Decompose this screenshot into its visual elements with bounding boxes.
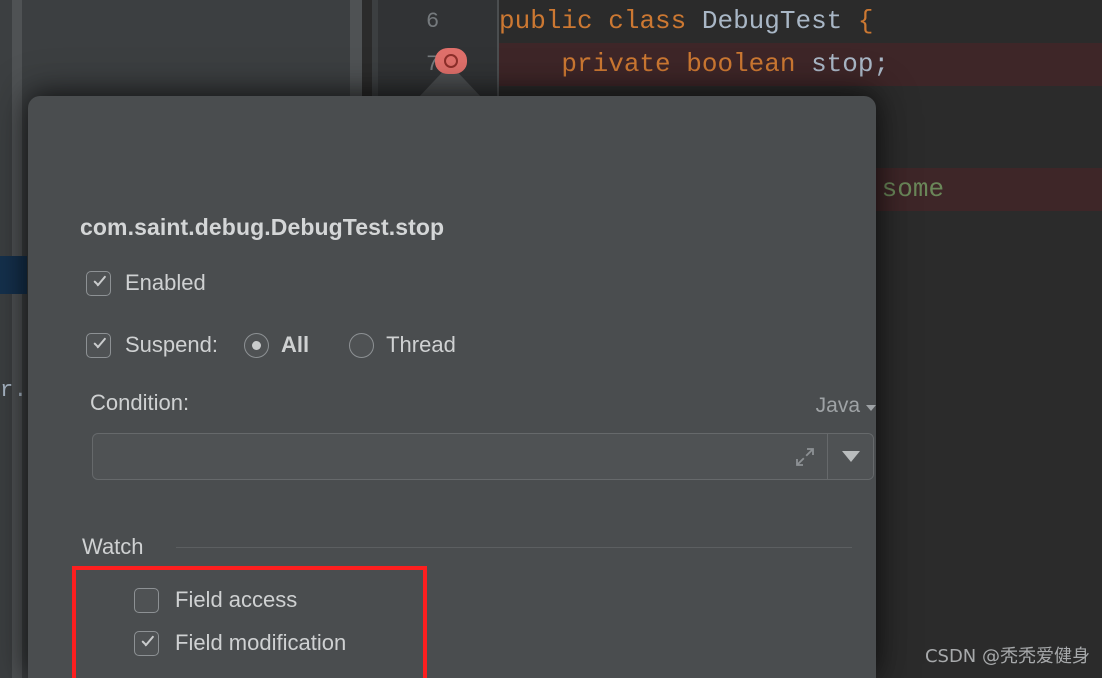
left-scrollbar[interactable] (12, 0, 22, 678)
chevron-down-icon (842, 451, 860, 462)
watch-group-label: Watch (82, 534, 154, 560)
eye-icon-inner (444, 54, 458, 68)
code-line-6: public class DebugTest { (499, 0, 1102, 43)
condition-dropdown-button[interactable] (827, 434, 873, 479)
check-icon (91, 275, 107, 291)
field-access-checkbox[interactable] (134, 588, 159, 613)
radio-thread-label: Thread (386, 332, 456, 358)
enabled-label: Enabled (125, 270, 206, 296)
watchpoint-eye-icon[interactable] (435, 48, 467, 74)
code-line-7: private boolean stop; (499, 43, 1102, 86)
page-title: com.saint.debug.DebugTest.stop (80, 214, 444, 241)
field-modification-label: Field modification (175, 630, 346, 656)
expand-diagonal-icon[interactable] (783, 434, 827, 479)
check-icon (139, 635, 155, 651)
suspend-option-thread[interactable]: Thread (349, 332, 456, 358)
condition-language-selector[interactable]: Java (816, 394, 876, 418)
radio-dot-icon (252, 341, 261, 350)
selection-highlight-block (0, 256, 27, 294)
field-modification-checkbox[interactable] (134, 631, 159, 656)
breakpoint-settings-popup: com.saint.debug.DebugTest.stop Enabled S… (28, 96, 876, 678)
suspend-option-all[interactable]: All (244, 332, 309, 358)
field-access-label: Field access (175, 587, 297, 613)
radio-all[interactable] (244, 333, 269, 358)
check-icon (91, 337, 107, 353)
enabled-checkbox-row[interactable]: Enabled (86, 270, 206, 296)
chevron-down-icon (866, 405, 876, 411)
suspend-label: Suspend: (125, 332, 218, 358)
field-modification-row[interactable]: Field modification (134, 630, 346, 656)
suspend-row[interactable]: Suspend: All Thread (86, 332, 456, 358)
annotation-highlight-rectangle (72, 566, 427, 678)
condition-input[interactable] (93, 434, 783, 479)
watch-group-separator (176, 547, 852, 548)
condition-label: Condition: (90, 390, 189, 416)
field-access-row[interactable]: Field access (134, 587, 297, 613)
watermark: CSDN @秃秃爱健身 (925, 642, 1090, 668)
suspend-checkbox[interactable] (86, 333, 111, 358)
line-number: 6 (378, 0, 497, 43)
condition-language-label: Java (816, 394, 860, 418)
condition-field[interactable] (92, 433, 874, 480)
enabled-checkbox[interactable] (86, 271, 111, 296)
radio-all-label: All (281, 332, 309, 358)
radio-thread[interactable] (349, 333, 374, 358)
